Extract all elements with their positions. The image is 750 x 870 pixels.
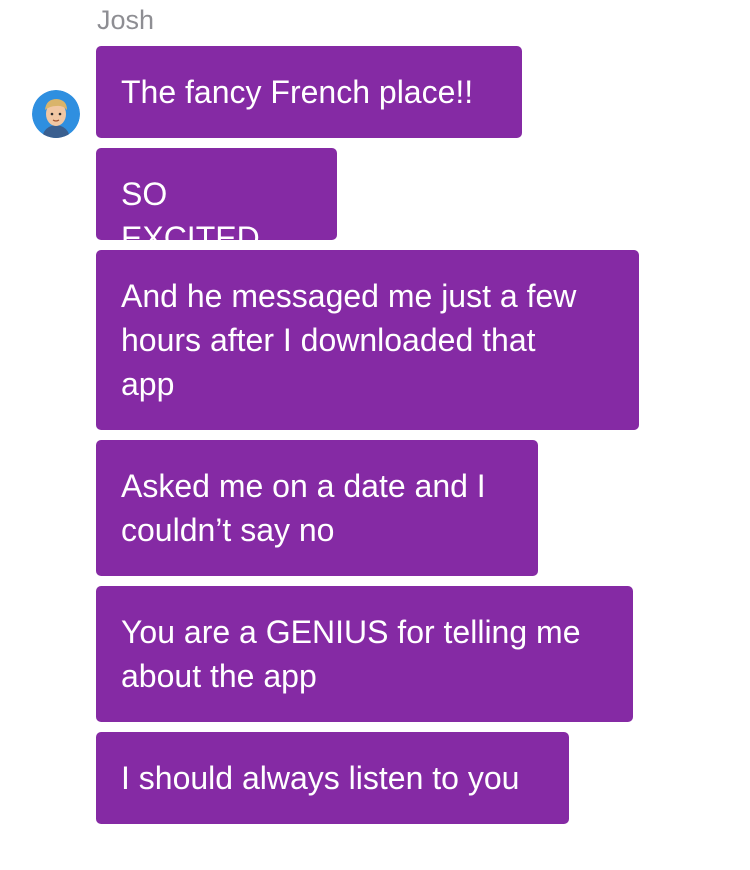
message-bubble[interactable]: The fancy French place!!: [96, 46, 522, 138]
message-bubble[interactable]: I should always listen to you: [96, 732, 569, 824]
user-avatar-icon[interactable]: [32, 90, 80, 138]
message-list: The fancy French place!! SO EXCITED And …: [96, 46, 639, 834]
message-bubble[interactable]: And he messaged me just a few hours afte…: [96, 250, 639, 430]
message-bubble[interactable]: SO EXCITED: [96, 148, 337, 256]
sender-name: Josh: [97, 5, 155, 35]
message-bubble[interactable]: Asked me on a date and I couldn’t say no: [96, 440, 538, 576]
message-bubble[interactable]: You are a GENIUS for telling me about th…: [96, 586, 633, 722]
